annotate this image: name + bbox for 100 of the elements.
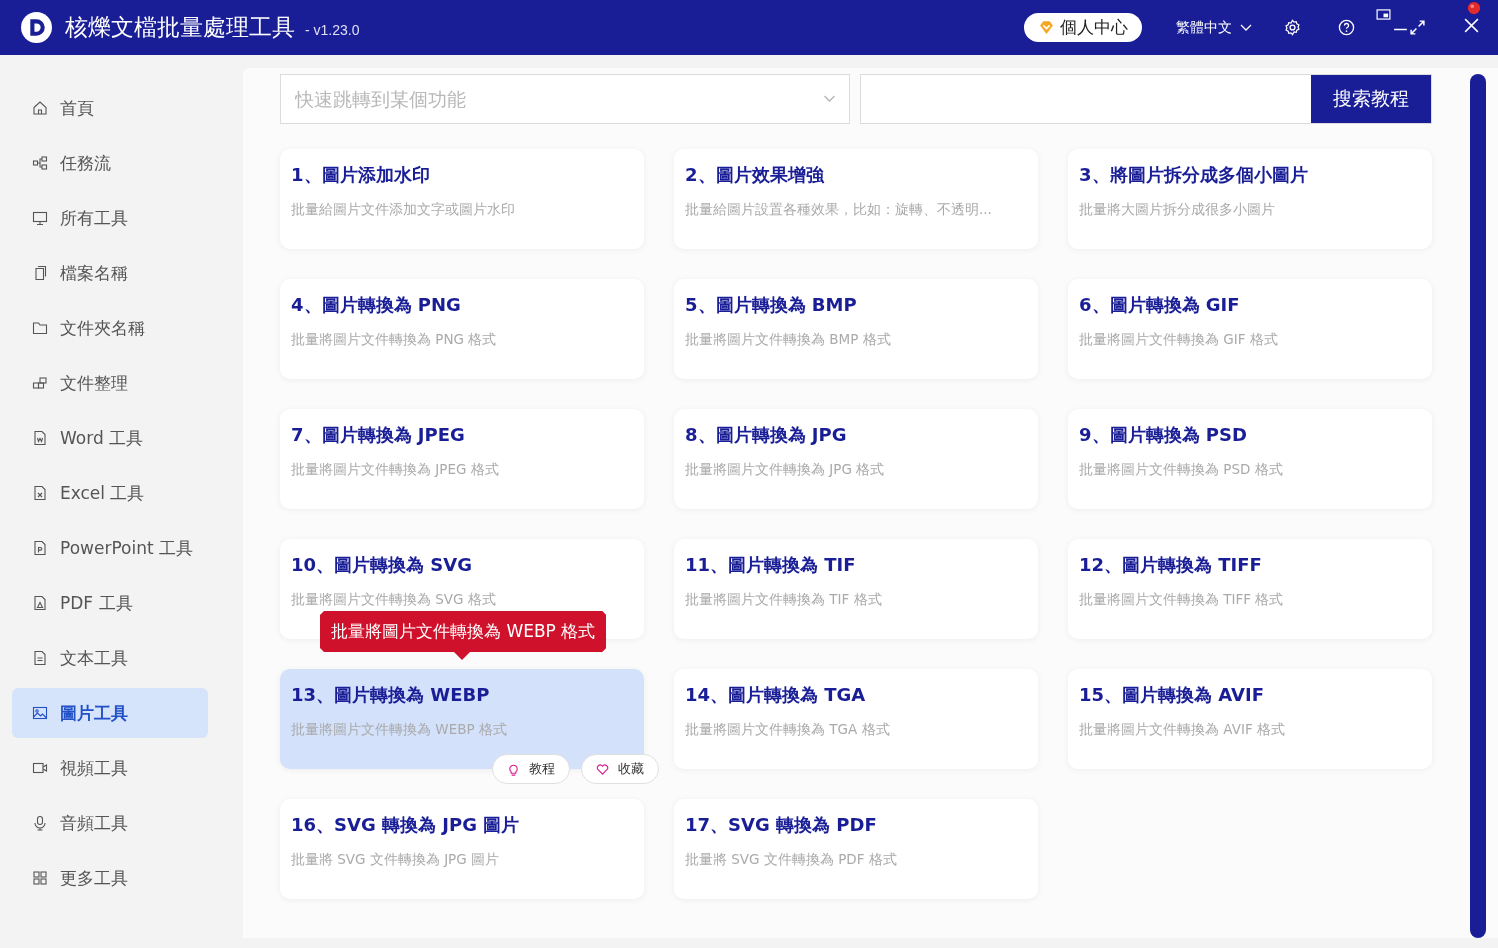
- tool-card[interactable]: 4、圖片轉換為 PNG 批量將圖片文件轉換為 PNG 格式: [280, 279, 644, 379]
- document-icon: [32, 430, 48, 446]
- image-icon: [32, 705, 48, 721]
- sidebar-item[interactable]: 視頻工具: [12, 743, 208, 793]
- tool-card[interactable]: 15、圖片轉換為 AVIF 批量將圖片文件轉換為 AVIF 格式: [1068, 669, 1432, 769]
- sidebar-label: Excel 工具: [60, 481, 145, 505]
- maximize-icon[interactable]: [1409, 19, 1426, 36]
- tool-card[interactable]: 7、圖片轉換為 JPEG 批量將圖片文件轉換為 JPEG 格式: [280, 409, 644, 509]
- lightbulb-icon: [507, 762, 520, 776]
- sidebar-item[interactable]: 首頁: [12, 83, 208, 133]
- sidebar-item[interactable]: 任務流: [12, 138, 208, 188]
- tool-card[interactable]: 12、圖片轉換為 TIFF 批量將圖片文件轉換為 TIFF 格式: [1068, 539, 1432, 639]
- sidebar-item[interactable]: 圖片工具: [12, 688, 208, 738]
- grid-icon: [32, 870, 48, 886]
- card-description: 批量給圖片文件添加文字或圖片水印: [291, 201, 516, 219]
- tool-card[interactable]: 6、圖片轉換為 GIF 批量將圖片文件轉換為 GIF 格式: [1068, 279, 1432, 379]
- video-camera-icon: [32, 760, 48, 776]
- version-label: - v1.23.0: [305, 21, 360, 38]
- sidebar-item[interactable]: 文件夾名稱: [12, 303, 208, 353]
- favorite-button[interactable]: 收藏: [581, 754, 659, 784]
- sidebar-label: 文本工具: [60, 646, 128, 670]
- notification-icon[interactable]: [1467, 1, 1481, 15]
- card-title: 3、將圖片拆分成多個小圖片: [1079, 163, 1309, 187]
- document-icon: [32, 485, 48, 501]
- card-description: 批量將圖片文件轉換為 SVG 格式: [291, 591, 497, 609]
- sidebar-item[interactable]: 更多工具: [12, 853, 208, 903]
- card-description: 批量將 SVG 文件轉換為 PDF 格式: [685, 851, 898, 869]
- card-title: 2、圖片效果增強: [685, 163, 826, 187]
- folder-icon: [32, 320, 48, 336]
- tool-card[interactable]: 3、將圖片拆分成多個小圖片 批量將大圖片拆分成很多小圖片: [1068, 149, 1432, 249]
- sidebar-item[interactable]: 文本工具: [12, 633, 208, 683]
- card-description: 批量將圖片文件轉換為 TGA 格式: [685, 721, 891, 739]
- sidebar-label: 更多工具: [60, 866, 128, 890]
- card-description: 批量將圖片文件轉換為 AVIF 格式: [1079, 721, 1286, 739]
- monitor-icon: [32, 210, 48, 226]
- sidebar-label: 視頻工具: [60, 756, 128, 780]
- card-title: 11、圖片轉換為 TIF: [685, 553, 857, 577]
- card-description: 批量將 SVG 文件轉換為 JPG 圖片: [291, 851, 500, 869]
- card-description: 批量將圖片文件轉換為 TIFF 格式: [1079, 591, 1285, 609]
- sidebar-label: PDF 工具: [60, 591, 133, 615]
- blocks-icon: [32, 375, 48, 391]
- settings-icon[interactable]: [1284, 19, 1301, 36]
- sidebar-label: 所有工具: [60, 206, 128, 230]
- card-title: 16、SVG 轉換為 JPG 圖片: [291, 813, 521, 837]
- tool-card[interactable]: 14、圖片轉換為 TGA 批量將圖片文件轉換為 TGA 格式: [674, 669, 1038, 769]
- scrollbar[interactable]: [1470, 74, 1486, 938]
- card-title: 5、圖片轉換為 BMP: [685, 293, 858, 317]
- sidebar-item[interactable]: Word 工具: [12, 413, 208, 463]
- tool-card[interactable]: 16、SVG 轉換為 JPG 圖片 批量將 SVG 文件轉換為 JPG 圖片: [280, 799, 644, 899]
- sidebar-item[interactable]: 所有工具: [12, 193, 208, 243]
- card-title: 1、圖片添加水印: [291, 163, 431, 187]
- tool-card[interactable]: 9、圖片轉換為 PSD 批量將圖片文件轉換為 PSD 格式: [1068, 409, 1432, 509]
- tool-card[interactable]: 17、SVG 轉換為 PDF 批量將 SVG 文件轉換為 PDF 格式: [674, 799, 1038, 899]
- sidebar-label: 首頁: [60, 96, 94, 120]
- sidebar-item[interactable]: PowerPoint 工具: [12, 523, 208, 573]
- sidebar-label: Word 工具: [60, 426, 144, 450]
- card-title: 4、圖片轉換為 PNG: [291, 293, 462, 317]
- help-icon[interactable]: [1338, 19, 1355, 36]
- sidebar-label: 任務流: [60, 151, 111, 175]
- tutorial-button[interactable]: 教程: [492, 754, 570, 784]
- sidebar-label: PowerPoint 工具: [60, 536, 193, 560]
- card-description: 批量將圖片文件轉換為 JPEG 格式: [291, 461, 500, 479]
- card-description: 批量將大圖片拆分成很多小圖片: [1079, 201, 1276, 219]
- card-title: 7、圖片轉換為 JPEG: [291, 423, 466, 447]
- tool-card[interactable]: 2、圖片效果增強 批量給圖片設置各種效果，比如：旋轉、不透明...: [674, 149, 1038, 249]
- card-title: 6、圖片轉換為 GIF: [1079, 293, 1241, 317]
- language-dropdown[interactable]: 繁體中文: [1176, 18, 1252, 37]
- tool-card[interactable]: 5、圖片轉換為 BMP 批量將圖片文件轉換為 BMP 格式: [674, 279, 1038, 379]
- chevron-down-icon: [823, 95, 836, 103]
- card-description: 批量將圖片文件轉換為 JPG 格式: [685, 461, 886, 479]
- card-description: 批量將圖片文件轉換為 PSD 格式: [1079, 461, 1284, 479]
- card-title: 10、圖片轉換為 SVG: [291, 553, 473, 577]
- card-title: 17、SVG 轉換為 PDF: [685, 813, 878, 837]
- card-title: 13、圖片轉換為 WEBP: [291, 683, 491, 707]
- account-button[interactable]: 個人中心: [1024, 13, 1142, 42]
- card-description: 批量將圖片文件轉換為 GIF 格式: [1079, 331, 1279, 349]
- card-description: 批量將圖片文件轉換為 BMP 格式: [685, 331, 892, 349]
- card-title: 15、圖片轉換為 AVIF: [1079, 683, 1265, 707]
- document-icon: [32, 595, 48, 611]
- sidebar-label: 音頻工具: [60, 811, 128, 835]
- microphone-icon: [32, 815, 48, 831]
- sidebar-item[interactable]: 音頻工具: [12, 798, 208, 848]
- sidebar-item[interactable]: 文件整理: [12, 358, 208, 408]
- tool-card[interactable]: 8、圖片轉換為 JPG 批量將圖片文件轉換為 JPG 格式: [674, 409, 1038, 509]
- jump-dropdown[interactable]: 快速跳轉到某個功能: [280, 74, 850, 124]
- card-title: 8、圖片轉換為 JPG: [685, 423, 848, 447]
- card-title: 9、圖片轉換為 PSD: [1079, 423, 1248, 447]
- card-title: 12、圖片轉換為 TIFF: [1079, 553, 1263, 577]
- window-icon[interactable]: [1376, 9, 1391, 20]
- sidebar-item[interactable]: PDF 工具: [12, 578, 208, 628]
- card-title: 14、圖片轉換為 TGA: [685, 683, 867, 707]
- heart-icon: [596, 762, 609, 776]
- sidebar-item[interactable]: 檔案名稱: [12, 248, 208, 298]
- sidebar-item[interactable]: Excel 工具: [12, 468, 208, 518]
- document-icon: [32, 650, 48, 666]
- sidebar-label: 檔案名稱: [60, 261, 128, 285]
- close-icon[interactable]: [1463, 17, 1480, 34]
- tool-card[interactable]: 11、圖片轉換為 TIF 批量將圖片文件轉換為 TIF 格式: [674, 539, 1038, 639]
- card-description: 批量將圖片文件轉換為 WEBP 格式: [291, 721, 508, 739]
- tool-card[interactable]: 1、圖片添加水印 批量給圖片文件添加文字或圖片水印: [280, 149, 644, 249]
